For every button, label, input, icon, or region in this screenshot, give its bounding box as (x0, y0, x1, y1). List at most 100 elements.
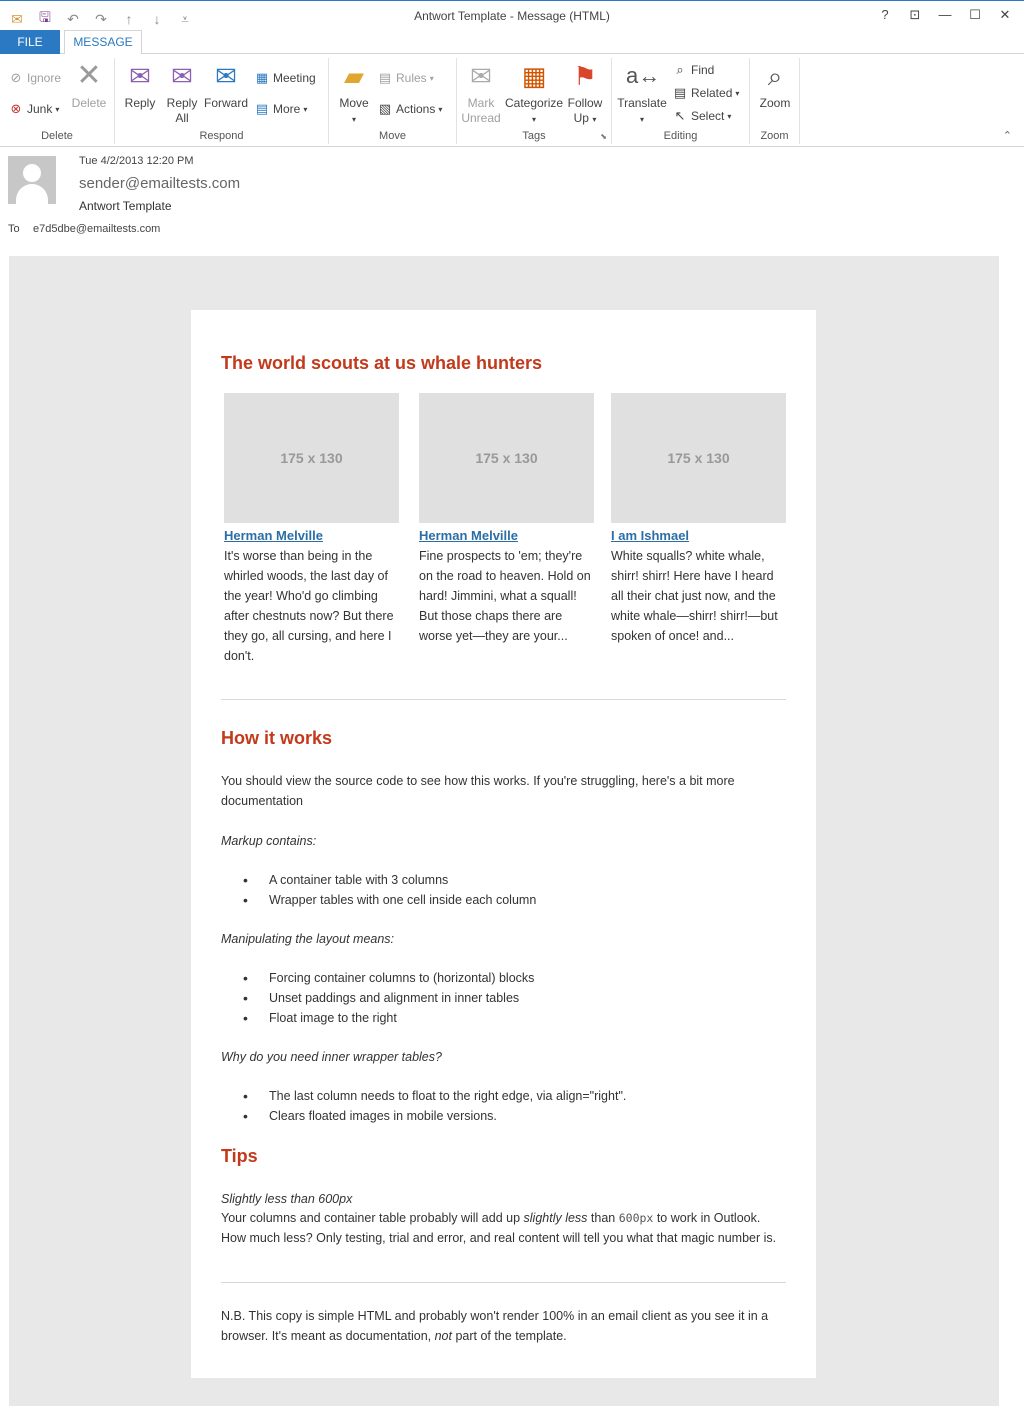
translate-button[interactable]: a↔ Translate ▾ (616, 60, 668, 127)
previous-item-icon[interactable]: ↑ (120, 11, 138, 27)
list-item: Float image to the right (221, 1008, 786, 1028)
message-subject: Antwort Template (79, 199, 172, 213)
column-link[interactable]: Herman Melville (419, 528, 594, 544)
meeting-button[interactable]: ▦ Meeting (254, 70, 316, 86)
window-controls: ? ⊡ — ☐ ✕ (874, 7, 1016, 23)
redo-icon[interactable]: ↷ (92, 11, 110, 28)
junk-button[interactable]: ⊗ Junk ▾ (8, 101, 60, 117)
chevron-down-icon: ▾ (55, 104, 60, 114)
column-1: 175 x 130 Herman Melville It's worse tha… (224, 393, 399, 666)
maximize-icon[interactable]: ☐ (964, 7, 986, 23)
chevron-down-icon: ▾ (592, 115, 597, 124)
message-header: Tue 4/2/2013 12:20 PM sender@emailtests.… (0, 148, 1024, 248)
actions-button[interactable]: ▧ Actions ▾ (377, 101, 443, 117)
group-delete: ⊘ Ignore ⊗ Junk ▾ ✕ Delete Delete (0, 58, 115, 144)
folder-move-icon: ▰ (344, 61, 364, 91)
junk-icon: ⊗ (10, 101, 22, 116)
group-label-delete: Delete (41, 130, 73, 142)
more-icon: ▤ (255, 101, 269, 116)
rules-icon: ▤ (378, 70, 392, 85)
group-label-zoom: Zoom (760, 130, 789, 142)
group-label-tags: Tags (522, 130, 546, 142)
rules-button[interactable]: ▤ Rules ▾ (377, 70, 434, 86)
ribbon-display-options-icon[interactable]: ⊡ (904, 7, 926, 23)
list-item: Forcing container columns to (horizontal… (221, 968, 786, 988)
forward-button[interactable]: ✉ Forward (203, 60, 249, 111)
follow-up-button[interactable]: ⚑ Follow Up ▾ (565, 60, 605, 127)
ribbon-tabs: FILE MESSAGE (0, 30, 1024, 55)
magnifier-icon: ⌕ (767, 61, 783, 91)
group-respond: ✉ Reply ✉ Reply All ✉ Forward ▦ Meeting … (115, 58, 329, 144)
email-card: The world scouts at us whale hunters 175… (191, 310, 816, 1378)
list-item: Wrapper tables with one cell inside each… (221, 890, 786, 910)
collapse-ribbon-icon[interactable]: ⌃ (1003, 129, 1012, 142)
delete-button[interactable]: ✕ Delete (70, 60, 108, 111)
envelope-icon: ✉ (11, 10, 23, 27)
chevron-down-icon: ▾ (429, 73, 434, 83)
next-item-icon[interactable]: ↓ (148, 11, 166, 27)
related-button[interactable]: ▤ Related ▾ (672, 85, 740, 101)
chevron-down-icon: ▾ (438, 104, 443, 114)
layout-list: Forcing container columns to (horizontal… (221, 968, 786, 1028)
layout-title: Manipulating the layout means: (221, 932, 395, 946)
translate-icon: a↔ (626, 63, 661, 88)
group-zoom: ⌕ Zoom Zoom (750, 58, 800, 144)
binoculars-icon: ⌕ (676, 62, 684, 77)
column-3: 175 x 130 I am Ishmael White squalls? wh… (611, 393, 786, 646)
ignore-button[interactable]: ⊘ Ignore (8, 70, 61, 86)
reply-button[interactable]: ✉ Reply (121, 60, 159, 111)
minimize-icon[interactable]: — (934, 7, 956, 23)
forward-icon: ✉ (215, 61, 237, 91)
ignore-icon: ⊘ (10, 70, 22, 85)
tab-file[interactable]: FILE (0, 30, 60, 54)
tip-text: Your columns and container table probabl… (221, 1211, 777, 1245)
group-label-editing: Editing (663, 130, 698, 142)
email-body-canvas: The world scouts at us whale hunters 175… (9, 256, 999, 1406)
actions-icon: ▧ (378, 101, 392, 116)
save-icon[interactable]: 🖫 (36, 7, 54, 31)
delete-icon: ✕ (76, 59, 102, 92)
chevron-down-icon: ▾ (735, 88, 740, 98)
why-list: The last column needs to float to the ri… (221, 1086, 786, 1126)
heading-whale-hunters: The world scouts at us whale hunters (221, 353, 543, 373)
undo-icon[interactable]: ↶ (64, 11, 82, 28)
image-placeholder: 175 x 130 (611, 393, 786, 523)
find-button[interactable]: ⌕ Find (672, 62, 714, 78)
to-label: To (8, 223, 20, 235)
markup-list: A container table with 3 columns Wrapper… (221, 870, 786, 910)
reply-all-icon: ✉ (171, 61, 193, 91)
column-text: Fine prospects to 'em; they're on the ro… (419, 549, 591, 643)
calendar-icon: ▦ (255, 70, 269, 85)
zoom-button[interactable]: ⌕ Zoom (756, 60, 794, 111)
customize-toolbar-icon[interactable]: ⩡ (176, 11, 194, 28)
tip-title: Slightly less than 600px (221, 1192, 353, 1206)
to-address[interactable]: e7d5dbe@emailtests.com (33, 223, 160, 235)
categorize-button[interactable]: ▦ Categorize ▾ (505, 60, 563, 127)
categorize-icon: ▦ (521, 61, 547, 91)
avatar (8, 156, 56, 204)
select-button[interactable]: ↖ Select ▾ (672, 108, 732, 124)
group-move: ▰ Move ▾ ▤ Rules ▾ ▧ Actions ▾ Move (329, 58, 457, 144)
more-respond-button[interactable]: ▤ More ▾ (254, 101, 308, 117)
list-item: Clears floated images in mobile versions… (221, 1106, 786, 1126)
related-icon: ▤ (673, 85, 687, 100)
list-item: A container table with 3 columns (221, 870, 786, 890)
list-item: The last column needs to float to the ri… (221, 1086, 786, 1106)
dialog-launcher-icon[interactable]: ⬊ (600, 132, 607, 141)
heading-tips: Tips (221, 1146, 258, 1166)
move-button[interactable]: ▰ Move ▾ (335, 60, 373, 127)
help-icon[interactable]: ? (874, 7, 896, 23)
column-2: 175 x 130 Herman Melville Fine prospects… (419, 393, 594, 646)
message-sender[interactable]: sender@emailtests.com (79, 175, 240, 192)
tab-message[interactable]: MESSAGE (64, 30, 142, 55)
why-title: Why do you need inner wrapper tables? (221, 1050, 442, 1064)
intro-text: You should view the source code to see h… (221, 774, 735, 808)
image-placeholder: 175 x 130 (419, 393, 594, 523)
mark-unread-button[interactable]: ✉ Mark Unread (461, 60, 501, 126)
group-label-move: Move (379, 130, 406, 142)
close-icon[interactable]: ✕ (994, 7, 1016, 23)
column-link[interactable]: Herman Melville (224, 528, 399, 544)
reply-all-button[interactable]: ✉ Reply All (163, 60, 201, 126)
nb-text: N.B. This copy is simple HTML and probab… (221, 1309, 769, 1343)
column-link[interactable]: I am Ishmael (611, 528, 786, 544)
